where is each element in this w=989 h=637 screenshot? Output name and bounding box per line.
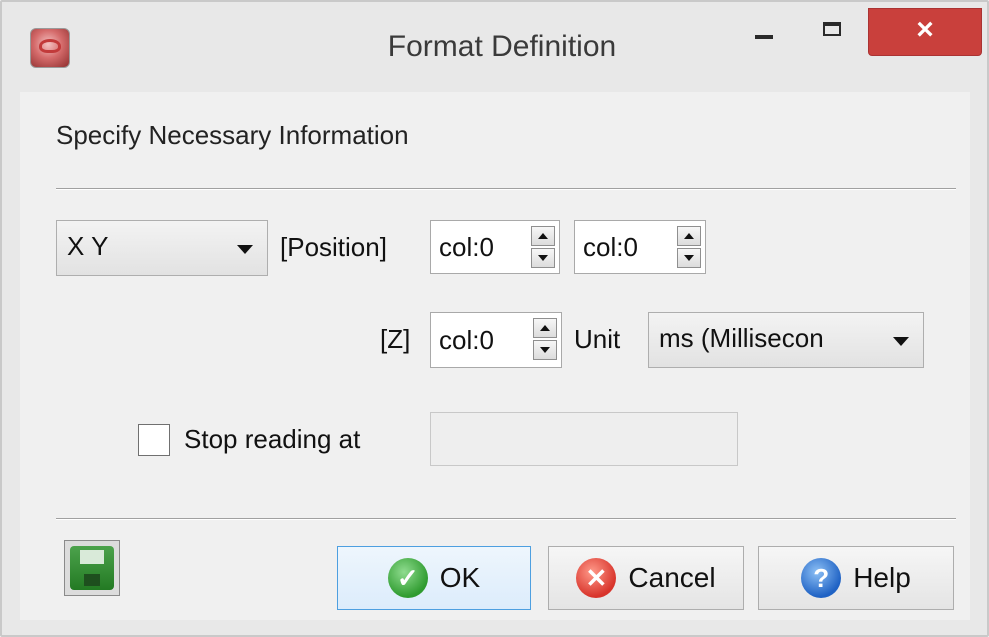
- z-spinner[interactable]: [430, 312, 562, 368]
- cancel-button[interactable]: ✕ Cancel: [548, 546, 744, 610]
- arrow-down-icon: [538, 255, 548, 261]
- decrement-button[interactable]: [533, 340, 557, 360]
- spinner-buttons: [531, 226, 555, 268]
- increment-button[interactable]: [533, 318, 557, 338]
- ok-button[interactable]: ✓ OK: [337, 546, 531, 610]
- arrow-down-icon: [684, 255, 694, 261]
- help-button[interactable]: ? Help: [758, 546, 954, 610]
- format-select[interactable]: X Y: [56, 220, 268, 276]
- unit-label: Unit: [574, 324, 621, 354]
- top-divider: [56, 188, 956, 190]
- chevron-down-icon: [893, 337, 909, 346]
- close-button[interactable]: ×: [868, 8, 982, 56]
- save-button[interactable]: [64, 540, 120, 596]
- help-button-label: Help: [853, 562, 911, 593]
- unit-select-value: ms (Millisecon: [659, 323, 824, 353]
- maximize-icon: [823, 22, 841, 36]
- increment-button[interactable]: [531, 226, 555, 246]
- position-x-input[interactable]: [431, 221, 513, 273]
- position-y-input[interactable]: [575, 221, 657, 273]
- z-label: [Z]: [380, 324, 411, 354]
- dialog-content: Specify Necessary Information X Y [Posit…: [20, 92, 970, 620]
- arrow-up-icon: [540, 325, 550, 331]
- minimize-icon: [755, 35, 773, 39]
- arrow-up-icon: [684, 233, 694, 239]
- title-bar[interactable]: Format Definition ×: [2, 2, 987, 92]
- z-input[interactable]: [431, 313, 513, 367]
- ok-button-label: OK: [439, 562, 481, 593]
- close-icon: ×: [916, 13, 934, 46]
- decrement-button[interactable]: [531, 248, 555, 268]
- stop-reading-label: Stop reading at: [184, 424, 361, 454]
- spinner-buttons: [677, 226, 701, 268]
- question-icon: ?: [801, 558, 842, 598]
- format-select-value: X Y: [67, 231, 109, 261]
- bottom-divider: [56, 518, 956, 520]
- position-label: [Position]: [280, 232, 387, 262]
- spinner-buttons: [533, 318, 557, 360]
- dialog-window: Format Definition × Specify Necessary In…: [0, 0, 989, 637]
- section-label: Specify Necessary Information: [56, 120, 409, 150]
- app-icon: [30, 28, 70, 68]
- maximize-button[interactable]: [808, 10, 856, 54]
- window-title: Format Definition: [387, 30, 617, 63]
- stop-reading-checkbox[interactable]: [138, 424, 170, 456]
- check-icon: ✓: [387, 558, 428, 598]
- stop-reading-field[interactable]: [430, 412, 738, 466]
- chevron-down-icon: [237, 245, 253, 254]
- x-icon: ✕: [576, 558, 617, 598]
- increment-button[interactable]: [677, 226, 701, 246]
- arrow-down-icon: [540, 347, 550, 353]
- arrow-up-icon: [538, 233, 548, 239]
- floppy-disk-icon: [70, 546, 114, 590]
- minimize-button[interactable]: [740, 10, 788, 54]
- cancel-button-label: Cancel: [628, 562, 716, 593]
- unit-select[interactable]: ms (Millisecon: [648, 312, 924, 368]
- position-x-spinner[interactable]: [430, 220, 560, 274]
- decrement-button[interactable]: [677, 248, 701, 268]
- position-y-spinner[interactable]: [574, 220, 706, 274]
